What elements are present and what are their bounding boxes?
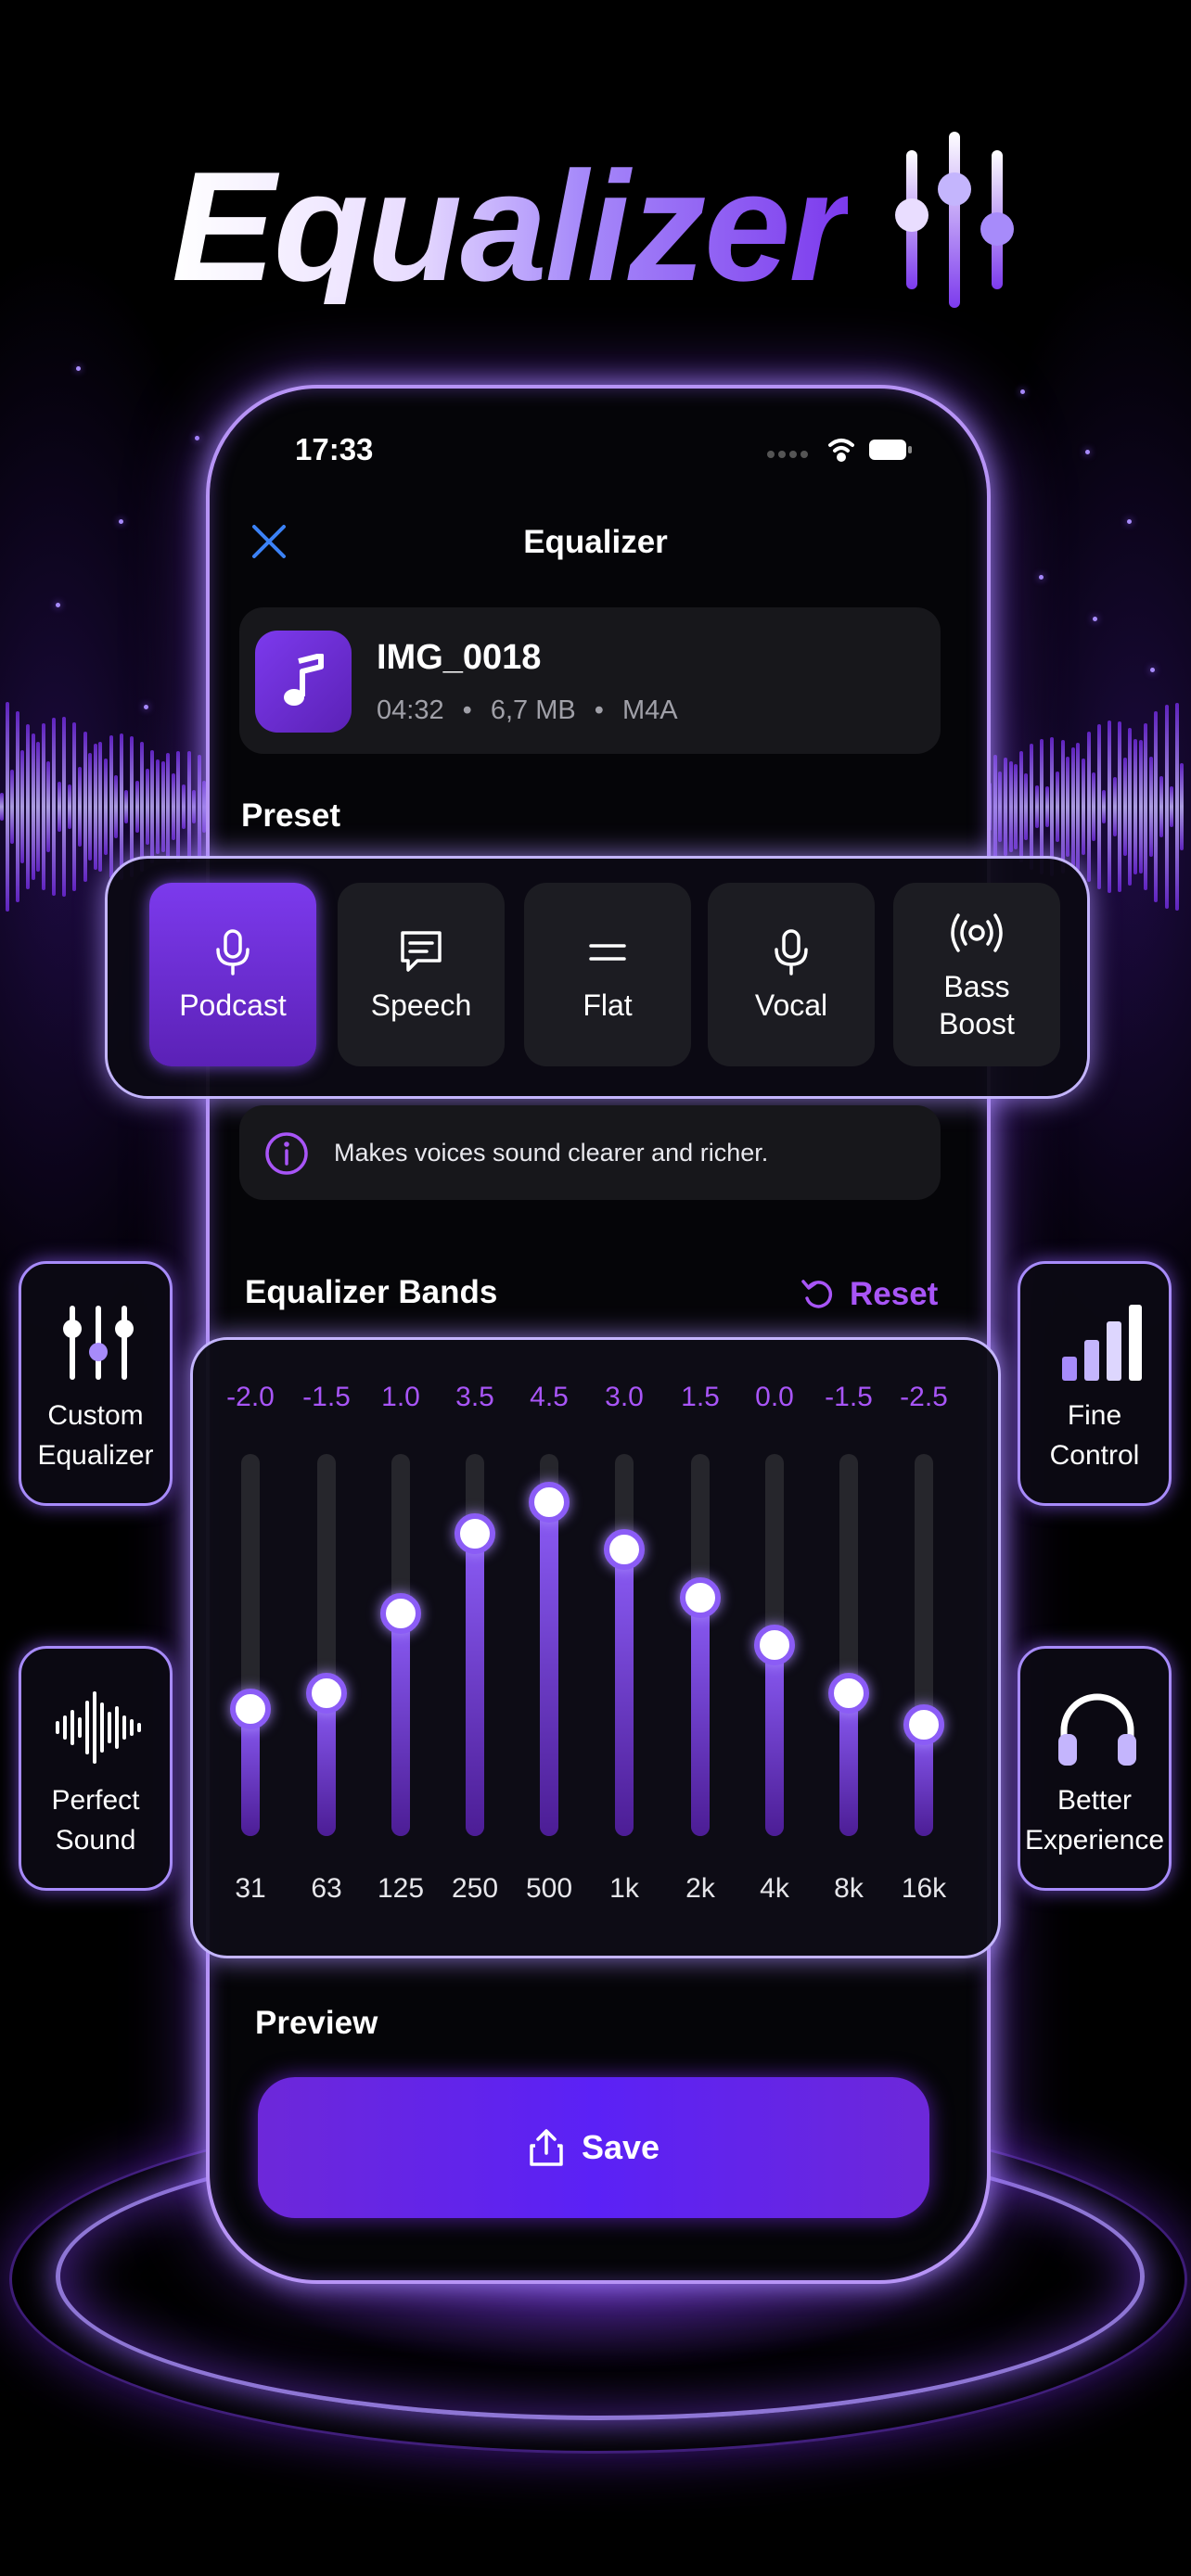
file-duration: 04:32 (377, 695, 444, 725)
badge-label: Perfect Sound (51, 1785, 140, 1855)
band-gain-value: 3.5 (455, 1382, 494, 1412)
preset-description: Makes voices sound clearer and richer. (334, 1139, 769, 1167)
band-gain-value: 1.5 (681, 1382, 720, 1412)
equalizer-sliders-icon (63, 1306, 134, 1380)
microphone-icon (775, 929, 808, 976)
band-gain-value: 4.5 (530, 1382, 569, 1412)
preset-podcast[interactable]: Podcast (149, 883, 316, 1066)
band-frequency-label: 63 (311, 1873, 342, 1904)
band-slider-fill (839, 1692, 858, 1836)
band-slider-knob[interactable] (903, 1703, 944, 1745)
band-frequency-label: 2k (685, 1873, 715, 1904)
badge-fine-control: Fine Control (1018, 1261, 1172, 1506)
band-slider-fill (691, 1597, 710, 1836)
broadcast-icon (951, 913, 1003, 952)
badge-custom-equalizer: Custom Equalizer (19, 1261, 173, 1506)
badge-label: Custom Equalizer (37, 1400, 154, 1471)
badge-label: Better Experience (1024, 1785, 1165, 1855)
band-slider-knob[interactable] (380, 1592, 421, 1634)
flat-lines-icon (589, 944, 626, 961)
headline: Equalizer (172, 139, 850, 313)
badge-perfect-sound: Perfect Sound (19, 1646, 173, 1891)
preset-label: Vocal (754, 988, 828, 1022)
band-gain-value: -2.5 (900, 1382, 948, 1412)
nav-title: Equalizer (523, 524, 668, 560)
reset-label: Reset (850, 1276, 939, 1312)
file-meta: 04:32 • 6,7 MB • M4A (377, 695, 678, 726)
band-slider-knob[interactable] (680, 1576, 721, 1618)
bands-section-label: Equalizer Bands (245, 1274, 498, 1310)
file-size: 6,7 MB (490, 695, 576, 725)
wifi-icon (828, 439, 854, 462)
band-slider-knob[interactable] (604, 1529, 645, 1570)
band-slider-fill (391, 1613, 410, 1836)
badge-label: Fine Control (1049, 1400, 1140, 1471)
band-gain-value: 1.0 (381, 1382, 420, 1412)
signal-icon (767, 451, 808, 458)
preset-flat[interactable]: Flat (524, 883, 691, 1066)
band-slider-fill (540, 1501, 558, 1836)
file-format: M4A (622, 695, 678, 725)
sound-wave-icon (56, 1691, 141, 1764)
preset-speech[interactable]: Speech (338, 883, 505, 1066)
status-icons (767, 439, 912, 462)
band-slider-fill (615, 1549, 634, 1836)
band-slider-knob[interactable] (754, 1625, 795, 1665)
band-frequency-label: 31 (235, 1873, 266, 1904)
preset-label: Bass Boost (939, 970, 1015, 1040)
save-button[interactable]: Save (258, 2077, 929, 2218)
badge-better-experience: Better Experience (1018, 1646, 1172, 1891)
preset-vocal[interactable]: Vocal (708, 883, 875, 1066)
band-slider-knob[interactable] (455, 1512, 495, 1554)
band-gain-value: -1.5 (302, 1382, 351, 1412)
band-gain-value: -2.0 (226, 1382, 275, 1412)
band-frequency-label: 16k (901, 1873, 947, 1904)
info-icon (265, 1132, 308, 1175)
save-label: Save (581, 2128, 660, 2166)
band-frequency-label: 4k (760, 1873, 789, 1904)
preset-bass-boost[interactable]: Bass Boost (893, 883, 1060, 1066)
signal-bars-icon (1062, 1305, 1142, 1381)
band-slider-knob[interactable] (230, 1688, 271, 1729)
status-time: 17:33 (295, 432, 374, 466)
band-slider-fill (317, 1692, 336, 1836)
microphone-icon (216, 929, 250, 976)
reset-icon (801, 1280, 833, 1308)
battery-icon (869, 440, 912, 460)
band-frequency-label: 500 (525, 1873, 573, 1904)
band-frequency-label: 125 (377, 1873, 425, 1904)
band-gain-value: -1.5 (825, 1382, 873, 1412)
band-gain-value: 0.0 (755, 1382, 794, 1412)
band-frequency-label: 250 (451, 1873, 499, 1904)
preset-label: Podcast (179, 988, 287, 1022)
band-slider-fill (765, 1645, 784, 1836)
band-slider-knob[interactable] (306, 1672, 347, 1714)
separator: • (594, 695, 604, 725)
share-icon (530, 2129, 563, 2166)
preset-label: Flat (583, 988, 633, 1022)
preset-section-label: Preset (241, 797, 341, 834)
equalizer-sliders-icon (895, 132, 1014, 308)
band-frequency-label: 8k (834, 1873, 864, 1904)
preset-label: Speech (370, 988, 472, 1022)
music-note-icon (255, 631, 352, 733)
headphones-icon (1058, 1693, 1136, 1766)
preview-label: Preview (255, 2005, 378, 2041)
file-name: IMG_0018 (377, 638, 542, 677)
separator: • (462, 695, 472, 725)
reset-button[interactable]: Reset (800, 1274, 938, 1315)
band-gain-value: 3.0 (605, 1382, 644, 1412)
speech-bubble-icon (401, 931, 442, 972)
band-slider-fill (466, 1533, 484, 1836)
band-frequency-label: 1k (609, 1873, 639, 1904)
equalizer-panel (190, 1337, 1001, 1958)
band-slider-knob[interactable] (828, 1672, 869, 1714)
band-slider-knob[interactable] (529, 1481, 570, 1523)
